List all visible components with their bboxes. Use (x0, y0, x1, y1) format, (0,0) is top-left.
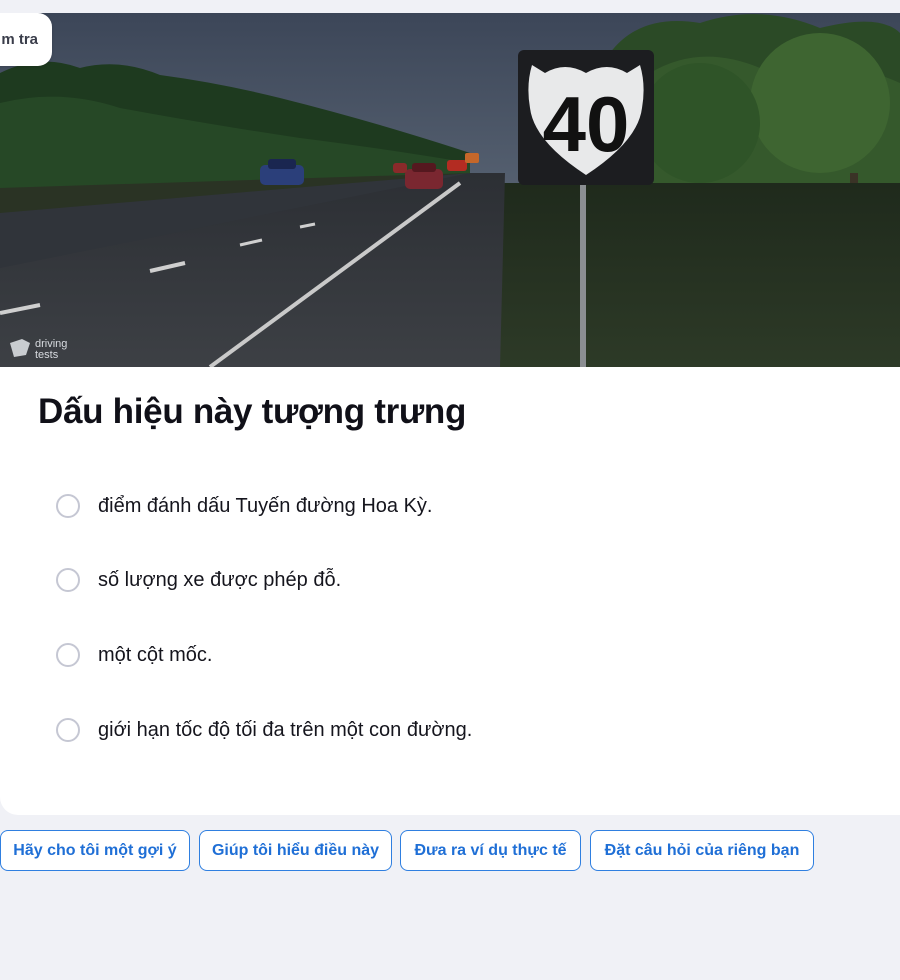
watermark-line2: tests (35, 349, 59, 361)
answer-option[interactable]: giới hạn tốc độ tối đa trên một con đườn… (56, 718, 472, 742)
mode-tab-label: m tra (1, 31, 38, 48)
question-title: Dấu hiệu này tượng trưng (38, 392, 467, 431)
answer-option-label: một cột mốc. (98, 643, 213, 666)
radio-button[interactable] (56, 568, 80, 592)
answer-option[interactable]: điểm đánh dấu Tuyến đường Hoa Kỳ. (56, 494, 433, 518)
radio-button[interactable] (56, 718, 80, 742)
mode-tab[interactable]: m tra (0, 13, 52, 66)
answer-option[interactable]: một cột mốc. (56, 643, 212, 667)
hint-button[interactable]: Hãy cho tôi một gợi ý (0, 830, 190, 871)
answer-option-label: điểm đánh dấu Tuyến đường Hoa Kỳ. (98, 494, 433, 517)
answer-option-label: giới hạn tốc độ tối đa trên một con đườn… (98, 718, 473, 741)
answer-option-label: số lượng xe được phép đỗ. (98, 568, 342, 591)
question-image: 40 driving tests (0, 13, 900, 367)
ask-question-button[interactable]: Đặt câu hỏi của riêng bạn (590, 830, 814, 871)
answer-option[interactable]: số lượng xe được phép đỗ. (56, 568, 341, 592)
radio-button[interactable] (56, 494, 80, 518)
example-button[interactable]: Đưa ra ví dụ thực tế (400, 830, 581, 871)
explain-button[interactable]: Giúp tôi hiểu điều này (199, 830, 392, 871)
radio-button[interactable] (56, 643, 80, 667)
sign-number: 40 (543, 80, 630, 168)
